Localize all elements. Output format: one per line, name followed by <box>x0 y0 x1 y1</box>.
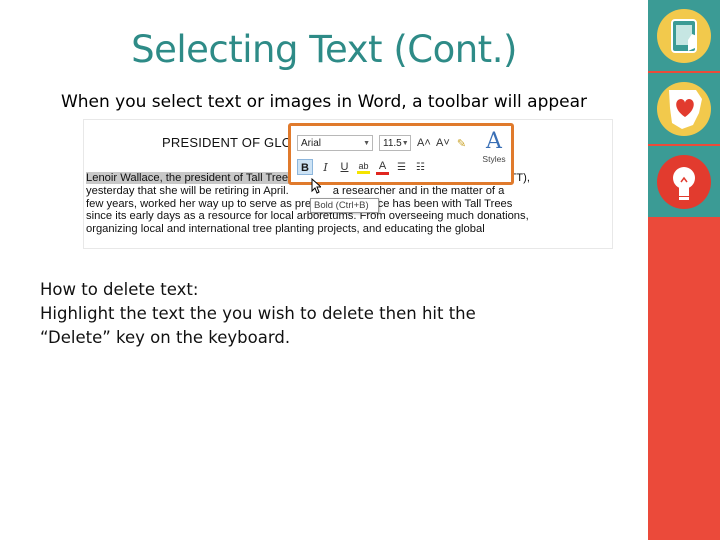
paragraph-line: few years, worked her way up to serve as… <box>86 197 345 210</box>
font-name-value: Arial <box>301 137 322 149</box>
paragraph-fragment: a researcher and in the matter of a <box>332 184 505 197</box>
instruction-line: How to delete text: <box>40 280 199 299</box>
bold-button[interactable]: B <box>297 159 313 175</box>
chevron-down-icon: ▼ <box>401 139 409 147</box>
bold-tooltip: Bold (Ctrl+B) <box>310 198 379 213</box>
grow-font-button[interactable]: A˄ <box>417 137 431 149</box>
paragraph-line: yesterday that she will be retiring in A… <box>86 184 289 197</box>
lightbulb-icon <box>648 146 720 217</box>
font-name-dropdown[interactable]: Arial ▼ <box>297 135 373 151</box>
sidebar-tile-ohio <box>648 73 720 144</box>
highlight-button[interactable]: ab <box>357 161 370 174</box>
selected-text-line: Lenoir Wallace, the president of Tall Tr… <box>86 172 294 184</box>
styles-button[interactable]: A Styles <box>479 129 509 165</box>
font-color-button[interactable]: A <box>376 160 389 175</box>
format-painter-icon[interactable]: ✎ <box>455 137 468 150</box>
instruction-line: Highlight the text the you wish to delet… <box>40 304 476 323</box>
styles-label: Styles <box>482 154 506 164</box>
mouse-cursor-icon <box>311 178 321 194</box>
chevron-down-icon: ▼ <box>363 139 370 147</box>
word-screenshot: PRESIDENT OF GLOBAL Lenoir Wallace, the … <box>83 119 613 249</box>
numbering-icon[interactable]: ☷ <box>414 162 427 173</box>
shrink-font-button[interactable]: A˅ <box>436 137 450 149</box>
tablet-touch-icon <box>648 0 720 71</box>
paragraph-line: since its early days as a resource for l… <box>86 210 529 223</box>
paragraph-line: organizing local and international tree … <box>86 223 485 236</box>
decorative-sidebar <box>648 0 720 540</box>
styles-icon: A <box>486 129 502 154</box>
font-size-value: 11.5 <box>383 137 402 149</box>
mini-toolbar: Arial ▼ 11.5 ▼ A˄ A˅ ✎ B I U ab A ☰ ☷ A … <box>288 123 514 185</box>
instructions: How to delete text: Highlight the text t… <box>40 278 600 350</box>
bullets-icon[interactable]: ☰ <box>395 162 408 173</box>
instruction-line: “Delete” key on the keyboard. <box>40 328 291 347</box>
slide-subtitle: When you select text or images in Word, … <box>60 92 588 112</box>
font-size-dropdown[interactable]: 11.5 ▼ <box>379 135 411 151</box>
underline-button[interactable]: U <box>338 161 351 173</box>
ohio-heart-icon <box>648 73 720 144</box>
italic-button[interactable]: I <box>319 161 332 174</box>
sidebar-tile-lightbulb <box>648 146 720 217</box>
sidebar-tile-tablet <box>648 0 720 71</box>
slide-title: Selecting Text (Cont.) <box>131 28 517 71</box>
